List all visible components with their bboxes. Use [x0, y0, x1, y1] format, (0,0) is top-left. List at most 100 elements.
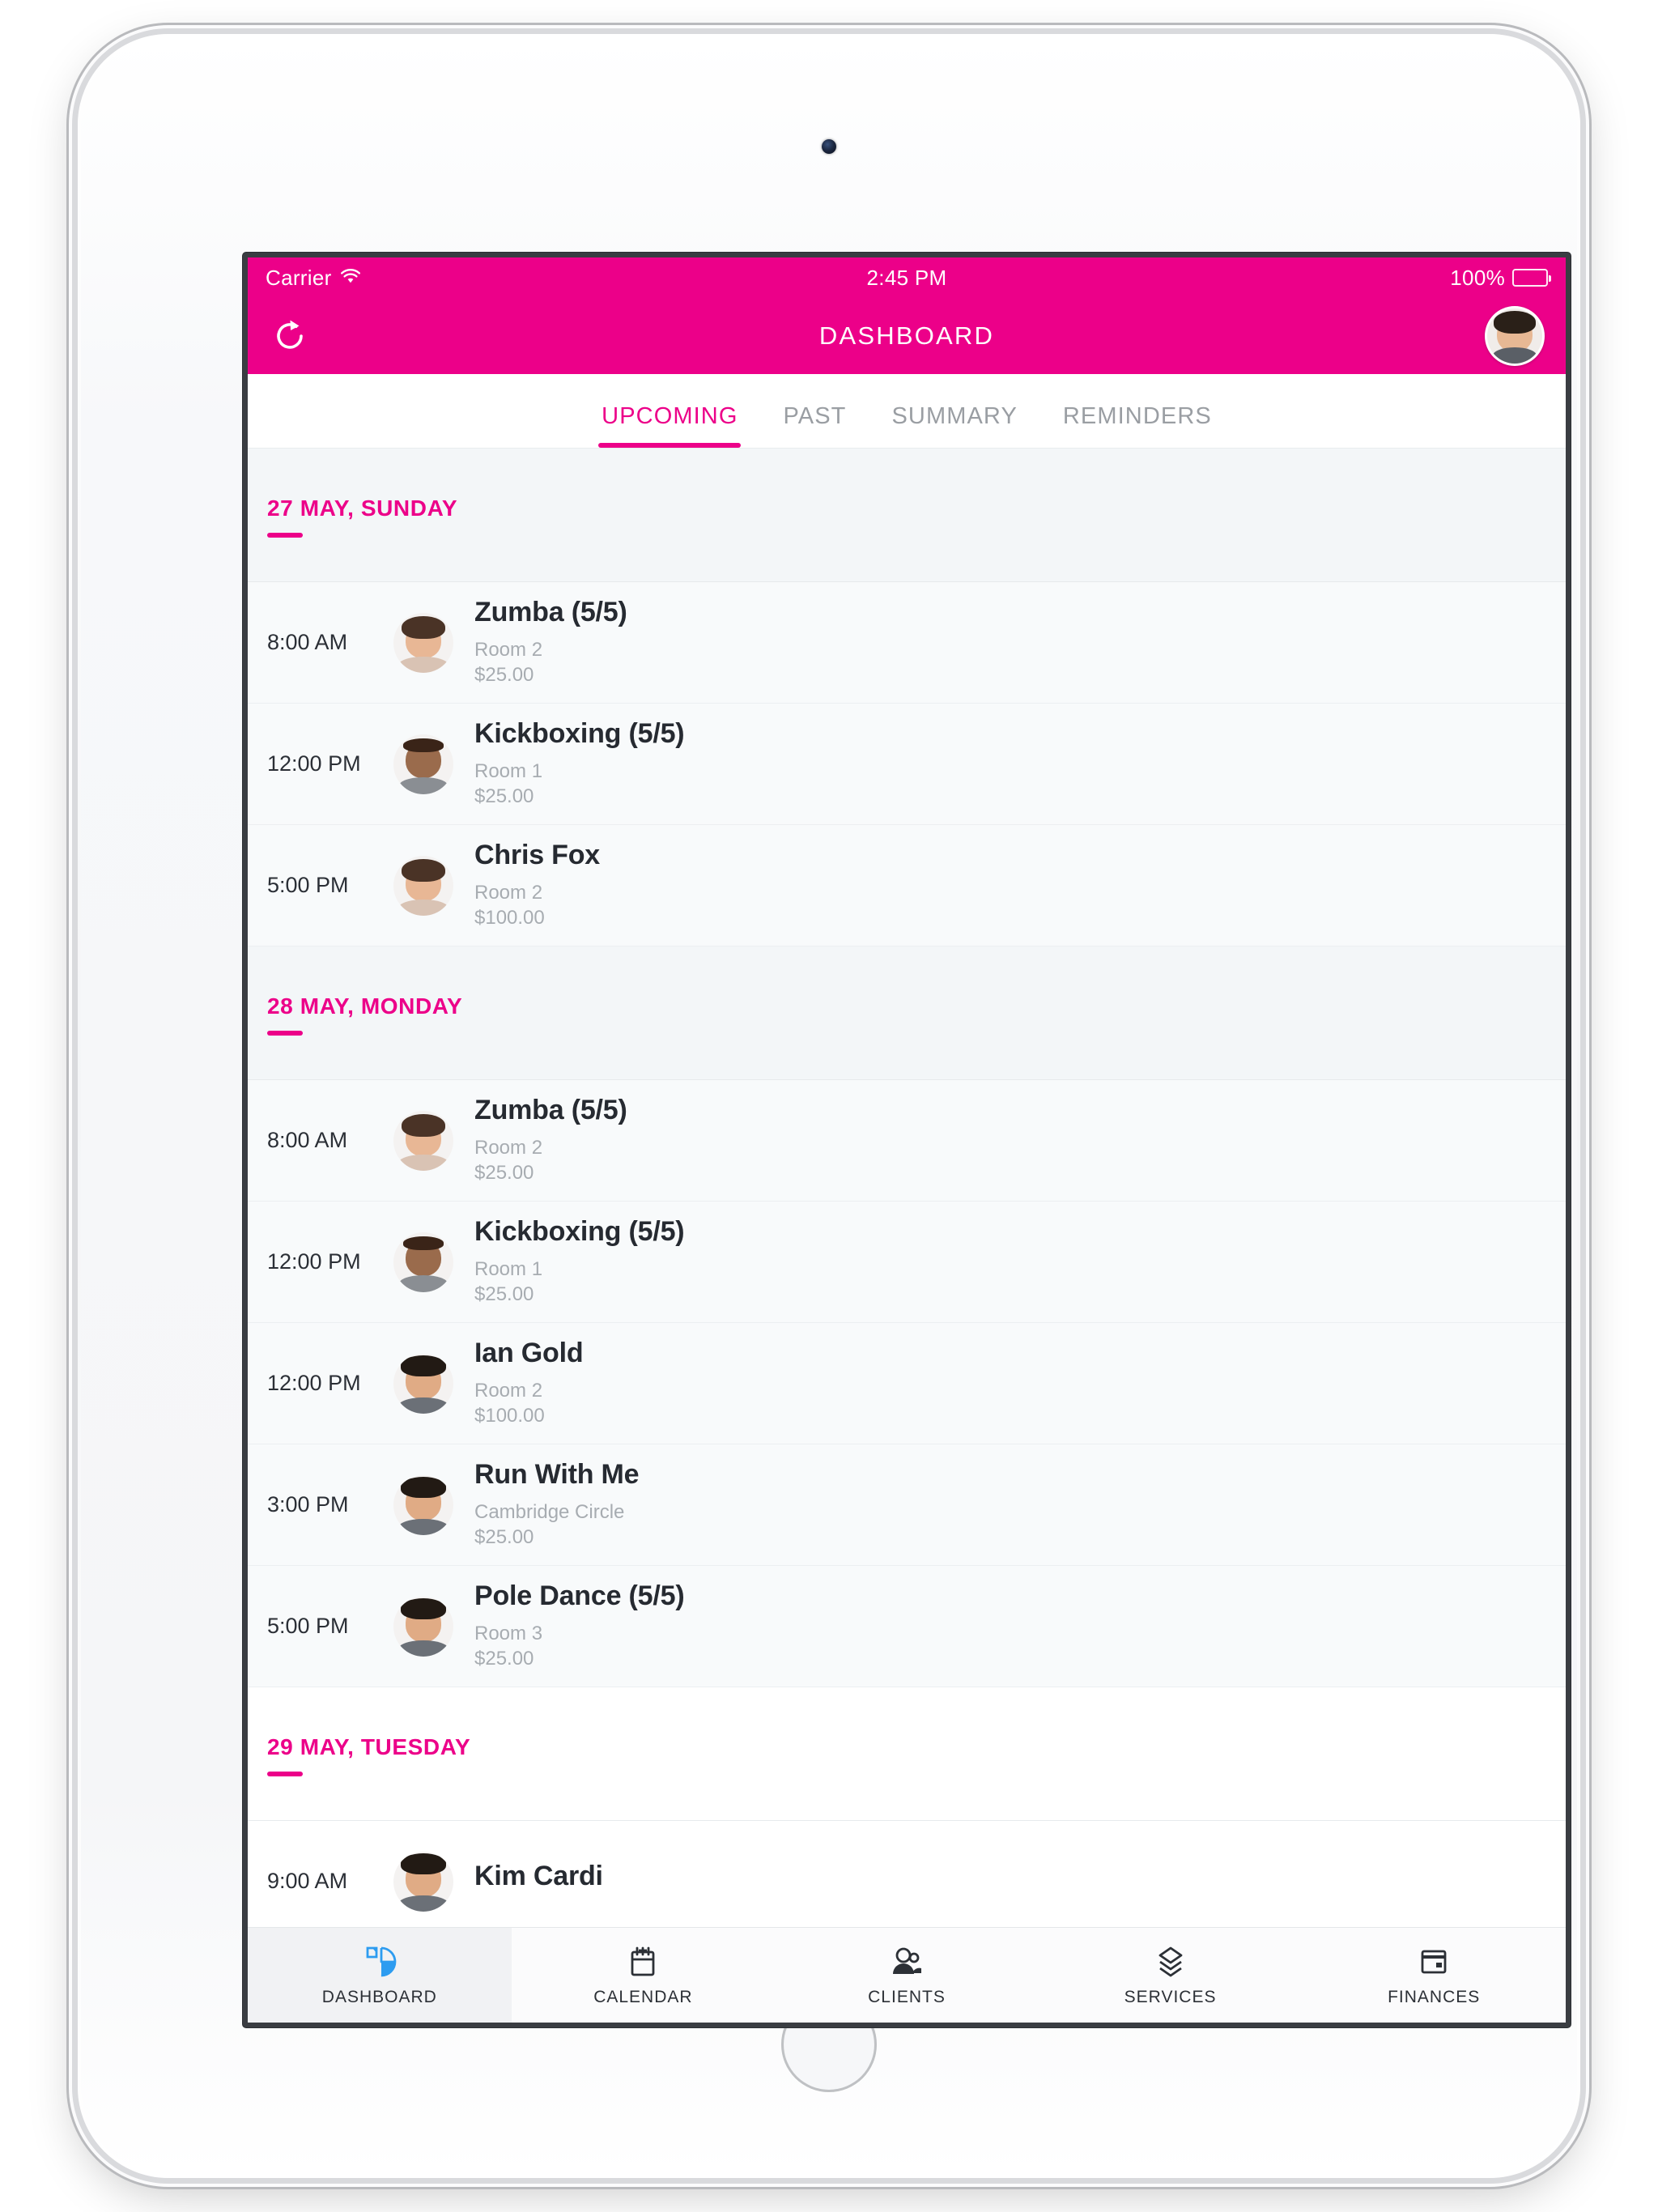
appointment-avatar — [393, 1596, 453, 1657]
appointment-location: Room 3 — [474, 1623, 543, 1645]
credit-card-icon — [1416, 1944, 1452, 1980]
appointments-scroll-list[interactable]: 27 MAY, SUNDAY 8:00 AM Zumba (5/5) Room … — [248, 449, 1566, 1927]
day-section-header: 28 MAY, MONDAY — [248, 946, 1566, 1080]
appointment-location: Cambridge Circle — [474, 1501, 625, 1524]
bottom-nav-calendar[interactable]: CALENDAR — [512, 1928, 776, 2023]
front-camera-icon — [822, 139, 836, 154]
day-section-header: 27 MAY, SUNDAY — [248, 449, 1566, 582]
appointment-row[interactable]: 5:00 PM Chris Fox Room 2 $100.00 — [248, 825, 1566, 946]
appointment-price: $25.00 — [474, 785, 534, 807]
refresh-icon[interactable] — [269, 315, 311, 357]
appointment-row[interactable]: 8:00 AM Zumba (5/5) Room 2 $25.00 — [248, 582, 1566, 704]
appointment-avatar — [393, 612, 453, 673]
appointment-info: Pole Dance (5/5) Room 3 $25.00 — [474, 1569, 1546, 1682]
appointment-avatar — [393, 1353, 453, 1414]
appointment-avatar — [393, 855, 453, 916]
screen-bezel: Carrier 2:45 PM 100% DASHBOARD UPCOMING … — [243, 253, 1571, 2027]
appointment-title: Ian Gold — [474, 1338, 584, 1369]
wifi-icon — [340, 266, 361, 291]
battery-percent-label: 100% — [1450, 265, 1505, 290]
bottom-nav-finances[interactable]: FINANCES — [1302, 1928, 1566, 2023]
appointment-row[interactable]: 9:00 AM Kim Cardi — [248, 1821, 1566, 1927]
appointment-title: Kickboxing (5/5) — [474, 718, 685, 750]
status-bar: Carrier 2:45 PM 100% — [248, 257, 1566, 298]
appointment-info: Chris Fox Room 2 $100.00 — [474, 828, 1546, 942]
tab-upcoming[interactable]: UPCOMING — [579, 403, 760, 448]
appointment-price: $25.00 — [474, 664, 534, 686]
appointment-time: 5:00 PM — [267, 1614, 349, 1638]
people-icon — [889, 1944, 925, 1980]
app-screen: Carrier 2:45 PM 100% DASHBOARD UPCOMING … — [248, 257, 1566, 2023]
appointment-info: Run With Me Cambridge Circle $25.00 — [474, 1448, 1546, 1561]
avatar[interactable] — [1485, 306, 1545, 366]
pie-chart-icon — [362, 1944, 397, 1980]
navigation-bar: DASHBOARD — [248, 298, 1566, 374]
appointment-row[interactable]: 5:00 PM Pole Dance (5/5) Room 3 $25.00 — [248, 1566, 1566, 1687]
appointment-info: Kickboxing (5/5) Room 1 $25.00 — [474, 1205, 1546, 1318]
appointment-avatar — [393, 734, 453, 794]
appointment-price: $25.00 — [474, 1283, 534, 1305]
appointment-info: Zumba (5/5) Room 2 $25.00 — [474, 585, 1546, 699]
bottom-navigation-bar: DASHBOARD CALENDAR CLIENTS SERVICES FINA… — [248, 1927, 1566, 2023]
appointment-avatar — [393, 1851, 453, 1912]
appointment-title: Kim Cardi — [474, 1861, 603, 1891]
bottom-nav-clients[interactable]: CLIENTS — [775, 1928, 1039, 2023]
appointment-time: 12:00 PM — [267, 1249, 361, 1274]
appointment-time: 3:00 PM — [267, 1492, 349, 1516]
day-underline — [267, 533, 303, 538]
bottom-nav-label: SERVICES — [1124, 1987, 1217, 2006]
status-bar-right: 100% — [1450, 265, 1551, 291]
appointment-avatar — [393, 1474, 453, 1535]
layers-icon — [1153, 1944, 1188, 1980]
calendar-icon — [625, 1944, 661, 1980]
appointment-title: Pole Dance (5/5) — [474, 1580, 685, 1612]
appointment-avatar — [393, 1231, 453, 1292]
day-section-header: 29 MAY, TUESDAY — [248, 1687, 1566, 1821]
bottom-nav-dashboard[interactable]: DASHBOARD — [248, 1928, 512, 2023]
day-underline — [267, 1772, 303, 1776]
appointment-location: Room 1 — [474, 1258, 543, 1281]
tab-summary[interactable]: SUMMARY — [869, 403, 1039, 448]
appointment-title: Chris Fox — [474, 840, 601, 871]
appointment-time: 9:00 AM — [267, 1869, 348, 1893]
appointment-row[interactable]: 12:00 PM Kickboxing (5/5) Room 1 $25.00 — [248, 704, 1566, 825]
segmented-tab-bar: UPCOMING PAST SUMMARY REMINDERS — [248, 374, 1566, 449]
status-bar-time: 2:45 PM — [866, 265, 947, 290]
day-date-label: 29 MAY, TUESDAY — [267, 1734, 471, 1759]
appointment-row[interactable]: 8:00 AM Zumba (5/5) Room 2 $25.00 — [248, 1080, 1566, 1202]
appointment-time: 8:00 AM — [267, 630, 348, 654]
appointment-price: $25.00 — [474, 1162, 534, 1184]
appointment-location: Room 2 — [474, 639, 543, 661]
appointment-avatar — [393, 1110, 453, 1171]
tab-reminders[interactable]: REMINDERS — [1040, 403, 1235, 448]
appointment-row[interactable]: 3:00 PM Run With Me Cambridge Circle $25… — [248, 1444, 1566, 1566]
appointment-title: Zumba (5/5) — [474, 597, 627, 628]
tab-past[interactable]: PAST — [760, 403, 869, 448]
bottom-nav-label: FINANCES — [1388, 1987, 1481, 2006]
appointment-row[interactable]: 12:00 PM Ian Gold Room 2 $100.00 — [248, 1323, 1566, 1444]
appointment-location: Room 2 — [474, 1380, 543, 1402]
carrier-label: Carrier — [266, 265, 332, 290]
avatar-image — [1487, 308, 1542, 364]
tablet-device-frame: Carrier 2:45 PM 100% DASHBOARD UPCOMING … — [78, 34, 1580, 2178]
status-bar-left: Carrier — [266, 266, 361, 291]
appointment-time: 5:00 PM — [267, 873, 349, 897]
appointment-price: $25.00 — [474, 1526, 534, 1548]
bottom-nav-label: CLIENTS — [868, 1987, 946, 2006]
appointment-row[interactable]: 12:00 PM Kickboxing (5/5) Room 1 $25.00 — [248, 1202, 1566, 1323]
appointment-location: Room 2 — [474, 882, 543, 904]
appointment-price: $100.00 — [474, 907, 545, 929]
day-date-label: 27 MAY, SUNDAY — [267, 496, 458, 521]
appointment-time: 12:00 PM — [267, 1371, 361, 1395]
appointment-time: 12:00 PM — [267, 751, 361, 776]
appointment-title: Run With Me — [474, 1459, 640, 1491]
appointment-info: Zumba (5/5) Room 2 $25.00 — [474, 1083, 1546, 1197]
bottom-nav-services[interactable]: SERVICES — [1039, 1928, 1303, 2023]
appointment-location: Room 2 — [474, 1137, 543, 1159]
appointment-info: Ian Gold Room 2 $100.00 — [474, 1326, 1546, 1440]
appointment-price: $100.00 — [474, 1405, 545, 1427]
page-title: DASHBOARD — [818, 321, 995, 350]
appointment-location: Room 1 — [474, 760, 543, 783]
appointment-info: Kim Cardi — [474, 1849, 1546, 1913]
bottom-nav-label: CALENDAR — [593, 1987, 693, 2006]
